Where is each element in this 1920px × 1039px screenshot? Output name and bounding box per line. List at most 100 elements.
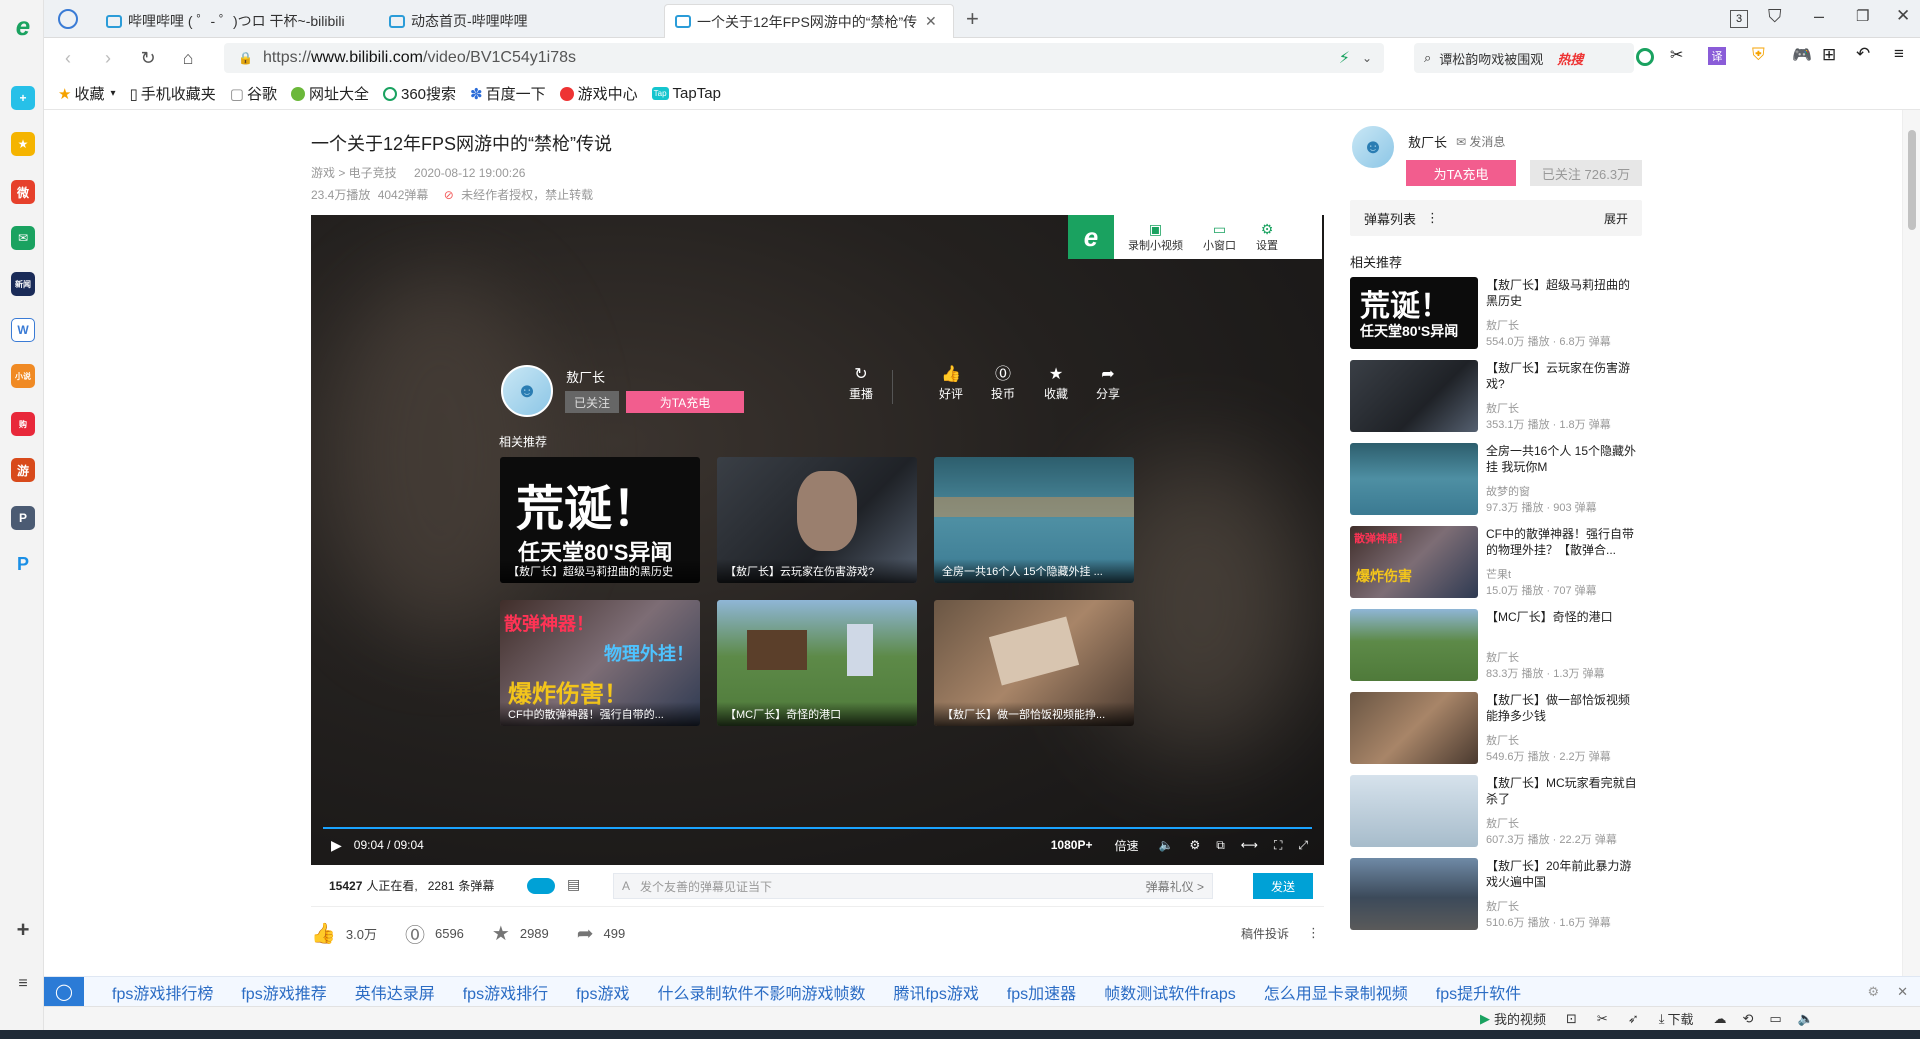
- speed-button[interactable]: 倍速: [1114, 837, 1138, 854]
- endcard-followed-button[interactable]: 已关注: [565, 391, 619, 413]
- shop-icon[interactable]: 购: [11, 412, 35, 436]
- related-item[interactable]: 【敖厂长】MC玩家看完就自杀了 敖厂长 607.3万 播放 · 22.2万 弹幕: [1350, 775, 1640, 849]
- widescreen-icon[interactable]: ⟷: [1241, 838, 1258, 852]
- bookmark-baidu[interactable]: ✽ 百度一下: [470, 83, 546, 104]
- gamepad-icon[interactable]: 🎮: [1792, 45, 1812, 65]
- hot-search-link[interactable]: fps游戏排行榜: [112, 980, 213, 1004]
- endcard-share-button[interactable]: ➦ 分享: [1096, 365, 1120, 402]
- send-danmaku-button[interactable]: 发送: [1253, 873, 1313, 899]
- bookmark-favorites[interactable]: ★ 收藏 ▾: [58, 83, 116, 104]
- favorite-button[interactable]: ★ 2989: [492, 921, 549, 946]
- tab-video[interactable]: 一个关于12年FPS网游中的“禁枪”传说 ✕: [664, 4, 954, 38]
- hot-search-link[interactable]: 怎么用显卡录制视频: [1264, 980, 1408, 1004]
- add-icon[interactable]: +: [11, 917, 35, 942]
- endcard-charge-button[interactable]: 为TA充电: [626, 391, 744, 413]
- bookmark-google[interactable]: ▢ 谷歌: [230, 83, 277, 104]
- restore-icon[interactable]: ❐: [1856, 7, 1869, 25]
- screenshot-icon[interactable]: ⊡: [1566, 1011, 1577, 1027]
- related-item[interactable]: 荒诞！ 任天堂80'S异闻 【敖厂长】超级马莉扭曲的黑历史 敖厂长 554.0万…: [1350, 277, 1640, 351]
- undo-icon[interactable]: ↶: [1856, 44, 1870, 64]
- sound-icon[interactable]: 🔈: [1798, 1011, 1814, 1027]
- related-item[interactable]: 【敖厂长】云玩家在伤害游戏? 敖厂长 353.1万 播放 · 1.8万 弹幕: [1350, 360, 1640, 434]
- bookmark-mobile[interactable]: ▯ 手机收藏夹: [130, 83, 216, 104]
- hot-search-link[interactable]: fps游戏排行: [463, 980, 548, 1004]
- page-scrollbar[interactable]: [1902, 110, 1920, 976]
- favorites-star-icon[interactable]: ★: [11, 132, 35, 156]
- weibo-icon[interactable]: 微: [11, 180, 35, 204]
- danmaku-etiquette-link[interactable]: 弹幕礼仪 >: [1146, 878, 1204, 895]
- fullscreen-icon[interactable]: ⤢: [1298, 838, 1308, 853]
- forward-icon[interactable]: ›: [96, 46, 120, 70]
- mini-window-button[interactable]: ▭ 小窗口: [1193, 221, 1246, 253]
- shield-icon[interactable]: ⛨: [1752, 45, 1765, 65]
- expand-link[interactable]: 展开: [1604, 210, 1628, 227]
- endcard-card[interactable]: 【敖厂长】做一部恰饭视频能挣...: [934, 600, 1134, 726]
- endcard-like-button[interactable]: 👍 好评: [939, 365, 963, 402]
- search-box[interactable]: ⌕ 谭松韵吻戏被围观 热搜: [1414, 43, 1634, 73]
- my-video-button[interactable]: ▶ 我的视频: [1480, 1009, 1546, 1028]
- chevron-down-icon[interactable]: ⌄: [1362, 51, 1372, 65]
- hot-search-link[interactable]: fps游戏推荐: [241, 980, 326, 1004]
- back-icon[interactable]: ‹: [56, 46, 80, 70]
- scissors-icon[interactable]: ✂: [1670, 45, 1683, 65]
- minimize-icon[interactable]: –: [1814, 6, 1824, 27]
- browser-logo-icon[interactable]: e: [11, 11, 35, 41]
- download-button[interactable]: ⤓ 下载: [1659, 1009, 1694, 1028]
- pay-icon[interactable]: P: [11, 552, 35, 576]
- hot-search-link[interactable]: fps加速器: [1007, 980, 1076, 1004]
- hot-search-link[interactable]: 腾讯fps游戏: [893, 980, 978, 1004]
- report-button[interactable]: 稿件投诉: [1241, 925, 1289, 942]
- cut-icon[interactable]: ✂: [1597, 1011, 1608, 1027]
- menu-list-icon[interactable]: ≡: [11, 972, 35, 996]
- video-category[interactable]: 游戏 > 电子竞技: [311, 166, 397, 180]
- font-icon[interactable]: A: [622, 879, 630, 893]
- gear-icon[interactable]: ⚙: [1867, 984, 1879, 1000]
- document-icon[interactable]: W: [11, 318, 35, 342]
- coin-button[interactable]: ⓪ 6596: [405, 919, 464, 948]
- followed-button[interactable]: 已关注 726.3万: [1530, 160, 1642, 186]
- tab-bilibili-home[interactable]: 哔哩哔哩 ( ゜- ゜)つロ 干杯~-bilibili: [96, 4, 366, 38]
- gear-icon[interactable]: ⚙: [1189, 838, 1200, 852]
- lightning-icon[interactable]: ⚡: [1339, 48, 1350, 68]
- more-icon[interactable]: ⋮: [1307, 925, 1320, 941]
- endcard-card[interactable]: 散弹神器！ 物理外挂！ 爆炸伤害！ CF中的散弹神器！强行自带的...: [500, 600, 700, 726]
- add-app-icon[interactable]: +: [11, 86, 35, 110]
- endcard-fav-button[interactable]: ★ 收藏: [1044, 365, 1068, 402]
- danmaku-settings-icon[interactable]: ▤: [567, 876, 580, 893]
- translate-icon[interactable]: 译: [1708, 47, 1726, 65]
- pip-icon[interactable]: ⧉: [1216, 838, 1225, 853]
- hot-search-link[interactable]: fps游戏: [576, 980, 629, 1004]
- tab-count-badge[interactable]: 3: [1730, 10, 1748, 28]
- volume-icon[interactable]: 🔈: [1158, 838, 1173, 852]
- mail-icon[interactable]: ✉: [11, 226, 35, 250]
- home-icon[interactable]: ⌂: [176, 46, 200, 70]
- reload-icon[interactable]: ↻: [136, 46, 160, 70]
- related-item[interactable]: 【敖厂长】做一部恰饭视频能挣多少钱 敖厂长 549.6万 播放 · 2.2万 弹…: [1350, 692, 1640, 766]
- bookmark-games[interactable]: 游戏中心: [559, 83, 638, 104]
- new-tab-icon[interactable]: +: [966, 6, 979, 32]
- endcard-card[interactable]: 全房一共16个人 15个隐藏外挂 ...: [934, 457, 1134, 583]
- endcard-card[interactable]: 荒诞！ 任天堂80'S异闻 【敖厂长】超级马莉扭曲的黑历史: [500, 457, 700, 583]
- extension-green-icon[interactable]: [1636, 48, 1654, 66]
- close-icon[interactable]: ✕: [1897, 984, 1908, 1000]
- endcard-up-name[interactable]: 敖厂长: [566, 367, 605, 386]
- hot-search-link[interactable]: 帧数测试软件fraps: [1104, 980, 1236, 1004]
- like-button[interactable]: 👍 3.0万: [311, 921, 377, 946]
- endcard-card[interactable]: 【敖厂长】云玩家在伤害游戏?: [717, 457, 917, 583]
- player-settings-button[interactable]: ⚙ 设置: [1246, 221, 1288, 253]
- shirt-icon[interactable]: ⛉: [1768, 6, 1782, 27]
- message-link[interactable]: ✉ 发消息: [1456, 133, 1505, 150]
- share-button[interactable]: ➦ 499: [577, 921, 625, 946]
- related-item[interactable]: 【MC厂长】奇怪的港口 敖厂长 83.3万 播放 · 1.3万 弹幕: [1350, 609, 1640, 683]
- cloud-icon[interactable]: ☁: [1714, 1011, 1727, 1027]
- quality-button[interactable]: 1080P+: [1051, 838, 1093, 852]
- video-player[interactable]: e ▣ 录制小视频 ▭ 小窗口 ⚙ 设置 ☻ 敖厂长 已关注 为TA充电 ↻ 重播 👍 好…: [311, 215, 1324, 865]
- hot-search-link[interactable]: 英伟达录屏: [355, 980, 435, 1004]
- hot-search-link[interactable]: fps提升软件: [1436, 980, 1521, 1004]
- game-icon[interactable]: 游: [11, 458, 35, 482]
- bookmark-taptap[interactable]: Tap TapTap: [651, 85, 721, 102]
- uploader-name[interactable]: 敖厂长: [1408, 132, 1447, 151]
- charge-button[interactable]: 为TA充电: [1406, 160, 1516, 186]
- hot-search-link[interactable]: 什么录制软件不影响游戏帧数: [657, 980, 865, 1004]
- pubg-icon[interactable]: P: [11, 506, 35, 530]
